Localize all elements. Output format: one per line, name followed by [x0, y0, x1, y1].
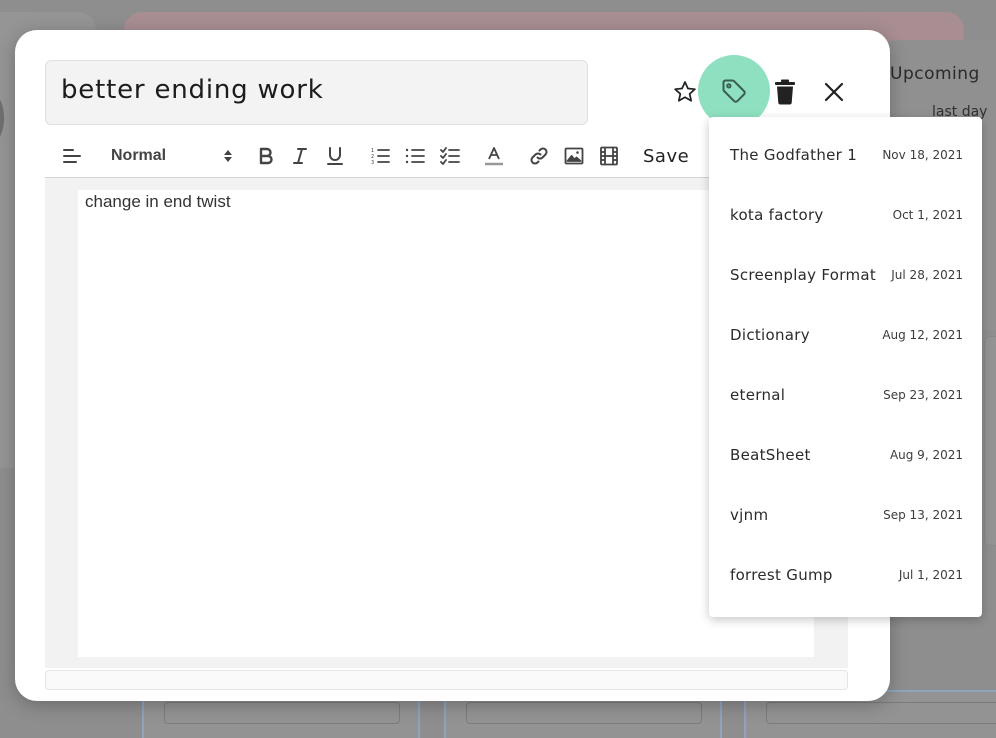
close-button[interactable]	[819, 77, 849, 107]
tag-menu-item-date: Jul 28, 2021	[891, 268, 963, 282]
align-button[interactable]	[59, 142, 85, 170]
background-bottom-field	[164, 702, 400, 724]
tag-menu-item-name: Screenplay Format	[730, 266, 877, 284]
link-icon	[530, 147, 548, 165]
ordered-list-icon: 1 2 3	[371, 148, 390, 165]
note-title-input[interactable]: better ending work	[45, 60, 588, 125]
tag-menu-item[interactable]: BeatSheet Aug 9, 2021	[709, 425, 982, 485]
background-bottom-field	[466, 702, 702, 724]
tag-menu-item[interactable]: forrest Gump Jul 1, 2021	[709, 545, 982, 605]
tag-menu-item-date: Aug 9, 2021	[889, 448, 963, 462]
note-title-text: better ending work	[61, 75, 324, 105]
bullet-list-icon	[405, 148, 425, 164]
bold-button[interactable]	[253, 142, 279, 170]
favorite-button[interactable]	[670, 77, 700, 107]
film-icon	[600, 146, 618, 166]
tag-menu-item-name: eternal	[730, 386, 786, 404]
tag-menu-item-name: Dictionary	[730, 326, 810, 344]
italic-icon	[293, 148, 307, 164]
image-icon	[564, 147, 584, 165]
text-format-select[interactable]: Normal	[111, 142, 233, 170]
trash-icon	[775, 79, 795, 105]
select-arrows-icon	[224, 150, 232, 162]
underline-icon	[327, 147, 343, 165]
checklist-icon	[440, 147, 460, 165]
tag-menu-item-name: vjnm	[730, 506, 769, 524]
tag-menu-item[interactable]: eternal Sep 23, 2021	[709, 365, 982, 425]
text-format-value: Normal	[111, 147, 167, 164]
image-button[interactable]	[561, 142, 587, 170]
close-icon	[824, 82, 844, 102]
align-left-icon	[63, 149, 81, 163]
editor-content-text: change in end twist	[85, 192, 231, 211]
text-color-icon	[485, 147, 503, 166]
tag-menu-item[interactable]: vjnm Sep 13, 2021	[709, 485, 982, 545]
link-button[interactable]	[526, 142, 552, 170]
tag-menu-item-date: Aug 12, 2021	[882, 328, 963, 342]
tag-menu-item[interactable]: The Godfather 1 Nov 18, 2021	[709, 125, 982, 185]
svg-text:3: 3	[371, 160, 374, 165]
bullet-list-button[interactable]	[402, 142, 428, 170]
tag-menu-item-name: BeatSheet	[730, 446, 811, 464]
upcoming-panel-title: Upcoming	[890, 64, 980, 84]
tag-menu-item-name: The Godfather 1	[730, 146, 858, 164]
video-button[interactable]	[596, 142, 622, 170]
save-button[interactable]: Save	[643, 146, 689, 167]
tag-menu-item-date: Jul 1, 2021	[898, 568, 963, 582]
italic-button[interactable]	[289, 142, 311, 170]
background-side-card	[984, 336, 996, 546]
tag-menu-item[interactable]: kota factory Oct 1, 2021	[709, 185, 982, 245]
ordered-list-button[interactable]: 1 2 3	[367, 142, 393, 170]
underline-button[interactable]	[322, 142, 348, 170]
tag-menu-item-date: Oct 1, 2021	[892, 208, 963, 222]
delete-button[interactable]	[771, 77, 799, 107]
editor-footer-bar	[45, 670, 848, 690]
tag-icon	[722, 79, 746, 103]
editor-body[interactable]	[78, 190, 814, 657]
bold-icon	[259, 147, 273, 165]
tag-menu-item[interactable]: Dictionary Aug 12, 2021	[709, 305, 982, 365]
tag-menu-item[interactable]: Screenplay Format Jul 28, 2021	[709, 245, 982, 305]
star-icon	[674, 81, 696, 102]
text-color-button[interactable]	[481, 142, 507, 170]
tag-menu-item-date: Nov 18, 2021	[882, 148, 963, 162]
tag-menu-item-date: Sep 13, 2021	[883, 508, 963, 522]
tag-menu-item-date: Sep 23, 2021	[883, 388, 963, 402]
tag-menu-item-name: forrest Gump	[730, 566, 833, 584]
checklist-button[interactable]	[437, 142, 463, 170]
tag-dropdown-menu: The Godfather 1 Nov 18, 2021 kota factor…	[709, 117, 982, 617]
background-bottom-field	[766, 702, 996, 724]
tag-menu-item-name: kota factory	[730, 206, 824, 224]
